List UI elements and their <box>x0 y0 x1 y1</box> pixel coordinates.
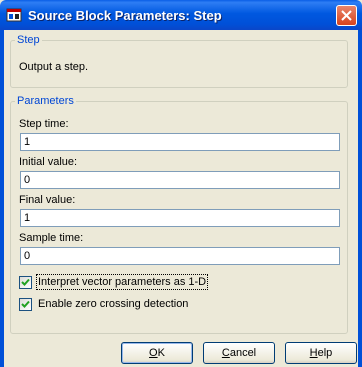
zero-crossing-label: Enable zero crossing detection <box>38 298 189 310</box>
step-time-label: Step time: <box>19 118 69 130</box>
parameters-group-title: Parameters <box>15 95 76 107</box>
ok-button-label: OK <box>149 347 165 359</box>
window-frame-left <box>0 30 4 367</box>
initial-value-field[interactable] <box>20 171 340 189</box>
sample-time-field[interactable] <box>20 247 340 265</box>
step-group: Step Output a step. <box>10 34 348 88</box>
zero-crossing-checkbox[interactable] <box>19 298 32 311</box>
interpret-vector-label: Interpret vector parameters as 1-D <box>35 274 209 290</box>
help-button-label: Help <box>309 347 333 359</box>
cancel-button-label: Cancel <box>221 347 257 359</box>
window-frame-right <box>358 30 362 367</box>
simulink-block-icon <box>6 7 22 23</box>
checkmark-icon <box>21 300 30 308</box>
initial-value-label: Initial value: <box>19 156 78 168</box>
dialog-window: Source Block Parameters: Step Step Outpu… <box>0 0 362 367</box>
ok-button[interactable]: OK <box>121 342 193 364</box>
block-description: Output a step. <box>19 61 89 73</box>
checkmark-icon <box>21 278 30 286</box>
help-button[interactable]: Help <box>285 342 357 364</box>
final-value-field[interactable] <box>20 209 340 227</box>
title-bar[interactable]: Source Block Parameters: Step <box>0 0 362 30</box>
interpret-vector-checkbox-row[interactable]: Interpret vector parameters as 1-D <box>19 274 239 291</box>
zero-crossing-checkbox-row[interactable]: Enable zero crossing detection <box>19 297 239 313</box>
step-group-title: Step <box>15 34 42 46</box>
interpret-vector-checkbox[interactable] <box>19 276 32 289</box>
close-button[interactable] <box>336 5 357 26</box>
step-time-field[interactable] <box>20 133 340 151</box>
final-value-label: Final value: <box>19 194 76 206</box>
sample-time-label: Sample time: <box>19 232 84 244</box>
parameters-group: Parameters Step time: Initial value: Fin… <box>10 95 348 334</box>
window-title: Source Block Parameters: Step <box>28 8 222 23</box>
cancel-button[interactable]: Cancel <box>203 342 275 364</box>
